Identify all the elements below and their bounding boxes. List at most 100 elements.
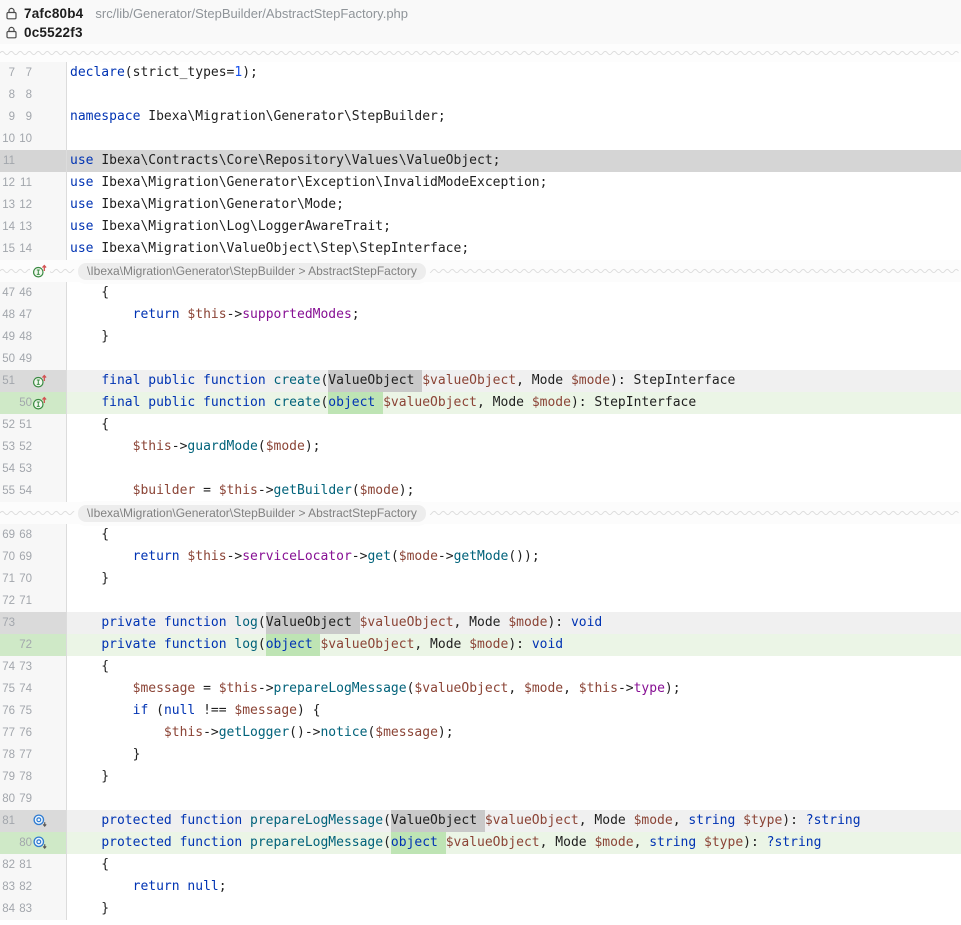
code-line[interactable]: } bbox=[67, 898, 961, 920]
code-token: $valueObject bbox=[422, 370, 516, 392]
code-token: { bbox=[70, 854, 109, 876]
code-line[interactable]: protected function prepareLogMessage(obj… bbox=[67, 832, 961, 854]
line-number-before: 69 bbox=[0, 529, 15, 541]
code-line[interactable]: { bbox=[67, 656, 961, 678]
line-number-before: 55 bbox=[0, 485, 15, 497]
implements-method-icon[interactable] bbox=[32, 263, 48, 279]
code-line[interactable]: { bbox=[67, 854, 961, 876]
code-token: ): StepInterface bbox=[571, 392, 696, 414]
code-line[interactable]: $this->getLogger()->notice($message); bbox=[67, 722, 961, 744]
line-number-before: 72 bbox=[0, 595, 15, 607]
code-token: $type bbox=[743, 810, 782, 832]
code-line[interactable]: $message = $this->prepareLogMessage($val… bbox=[67, 678, 961, 700]
code-token: use bbox=[70, 150, 101, 172]
code-line[interactable] bbox=[67, 128, 961, 150]
overridden-method-icon[interactable] bbox=[32, 813, 48, 829]
code-token: protected function bbox=[101, 832, 250, 854]
code-line[interactable]: return $this->supportedModes; bbox=[67, 304, 961, 326]
code-token: -> bbox=[438, 546, 454, 568]
code-line[interactable]: if (null !== $message) { bbox=[67, 700, 961, 722]
code-token: $mode bbox=[360, 480, 399, 502]
code-token: prepareLogMessage bbox=[274, 678, 407, 700]
code-line[interactable]: final public function create(ValueObject… bbox=[67, 370, 961, 392]
fold-region-breadcrumb[interactable]: \Ibexa\Migration\Generator\StepBuilder >… bbox=[78, 505, 426, 522]
gutter: 8382 bbox=[0, 876, 67, 898]
code-token: -> bbox=[227, 304, 243, 326]
code-line[interactable]: use Ibexa\Migration\Generator\Mode; bbox=[67, 194, 961, 216]
line-number-after: 77 bbox=[17, 749, 32, 761]
diff-row-ctx: 5049 bbox=[0, 348, 961, 370]
code-token: ); bbox=[438, 722, 454, 744]
code-line[interactable]: } bbox=[67, 568, 961, 590]
commit-hash-left: 7afc80b4 bbox=[24, 6, 83, 21]
gutter: 5453 bbox=[0, 458, 67, 480]
code-line[interactable]: $this->guardMode($mode); bbox=[67, 436, 961, 458]
code-line[interactable] bbox=[67, 788, 961, 810]
code-line[interactable] bbox=[67, 348, 961, 370]
overridden-method-icon[interactable] bbox=[32, 835, 48, 851]
code-line[interactable]: { bbox=[67, 414, 961, 436]
code-line[interactable]: { bbox=[67, 282, 961, 304]
line-number-after: 71 bbox=[17, 595, 32, 607]
diff-row-del: 73 private function log(ValueObject $val… bbox=[0, 612, 961, 634]
code-line[interactable] bbox=[67, 458, 961, 480]
line-number-before: 75 bbox=[0, 683, 15, 695]
code-token: ?string bbox=[806, 810, 861, 832]
code-line[interactable]: namespace Ibexa\Migration\Generator\Step… bbox=[67, 106, 961, 128]
code-line[interactable] bbox=[67, 84, 961, 106]
code-token: $message bbox=[133, 678, 196, 700]
line-number-after: 46 bbox=[17, 287, 32, 299]
file-path: src/lib/Generator/StepBuilder/AbstractSt… bbox=[95, 6, 408, 21]
code-line[interactable]: private function log(ValueObject $valueO… bbox=[67, 612, 961, 634]
gutter: 81 bbox=[0, 810, 67, 832]
word-diff-highlight: object bbox=[391, 832, 446, 854]
gutter: 1312 bbox=[0, 194, 67, 216]
code-line[interactable]: } bbox=[67, 766, 961, 788]
code-line[interactable]: return $this->serviceLocator->get($mode-… bbox=[67, 546, 961, 568]
line-number-before: 52 bbox=[0, 419, 15, 431]
code-line[interactable]: return null; bbox=[67, 876, 961, 898]
code-token: $valueObject bbox=[485, 810, 579, 832]
code-token: ( bbox=[391, 546, 399, 568]
diff-row-add: 80 protected function prepareLogMessage(… bbox=[0, 832, 961, 854]
gutter: 73 bbox=[0, 612, 67, 634]
code-line[interactable]: $builder = $this->getBuilder($mode); bbox=[67, 480, 961, 502]
implements-method-icon[interactable] bbox=[32, 373, 48, 389]
code-line[interactable]: use Ibexa\Migration\Log\LoggerAwareTrait… bbox=[67, 216, 961, 238]
code-line[interactable]: } bbox=[67, 744, 961, 766]
gutter: 77 bbox=[0, 62, 67, 84]
code-line[interactable]: use Ibexa\Migration\Generator\Exception\… bbox=[67, 172, 961, 194]
code-token: Ibexa\Migration\ValueObject\Step\StepInt… bbox=[101, 238, 469, 260]
code-token: final public function bbox=[101, 392, 273, 414]
diff-row-ctx: 8382 return null; bbox=[0, 876, 961, 898]
code-line[interactable]: declare(strict_types=1); bbox=[67, 62, 961, 84]
line-number-after: 50 bbox=[17, 397, 32, 409]
implements-method-icon[interactable] bbox=[32, 395, 48, 411]
gutter: 80 bbox=[0, 832, 67, 854]
code-token: log bbox=[234, 612, 257, 634]
code-token: { bbox=[70, 524, 109, 546]
code-line[interactable]: use Ibexa\Contracts\Core\Repository\Valu… bbox=[67, 150, 961, 172]
code-line[interactable]: use Ibexa\Migration\ValueObject\Step\Ste… bbox=[67, 238, 961, 260]
line-number-after: 81 bbox=[17, 859, 32, 871]
line-number-before: 47 bbox=[0, 287, 15, 299]
code-line[interactable]: protected function prepareLogMessage(Val… bbox=[67, 810, 961, 832]
line-number-after: 51 bbox=[17, 419, 32, 431]
code-token: ); bbox=[665, 678, 681, 700]
code-line[interactable] bbox=[67, 590, 961, 612]
code-line[interactable]: final public function create(object $val… bbox=[67, 392, 961, 414]
fold-region-breadcrumb[interactable]: \Ibexa\Migration\Generator\StepBuilder >… bbox=[78, 263, 426, 280]
line-number-after: 83 bbox=[17, 903, 32, 915]
code-token: ): StepInterface bbox=[610, 370, 735, 392]
line-number-before: 84 bbox=[0, 903, 15, 915]
code-token: $valueObject bbox=[360, 612, 454, 634]
code-token: ; bbox=[219, 876, 227, 898]
code-line[interactable]: } bbox=[67, 326, 961, 348]
code-line[interactable]: private function log(object $valueObject… bbox=[67, 634, 961, 656]
code-token: getLogger bbox=[219, 722, 289, 744]
line-number-before: 11 bbox=[0, 155, 15, 167]
code-line[interactable]: { bbox=[67, 524, 961, 546]
code-token: } bbox=[70, 744, 140, 766]
diff-row-ctx: 6968 { bbox=[0, 524, 961, 546]
code-token: string bbox=[649, 832, 704, 854]
